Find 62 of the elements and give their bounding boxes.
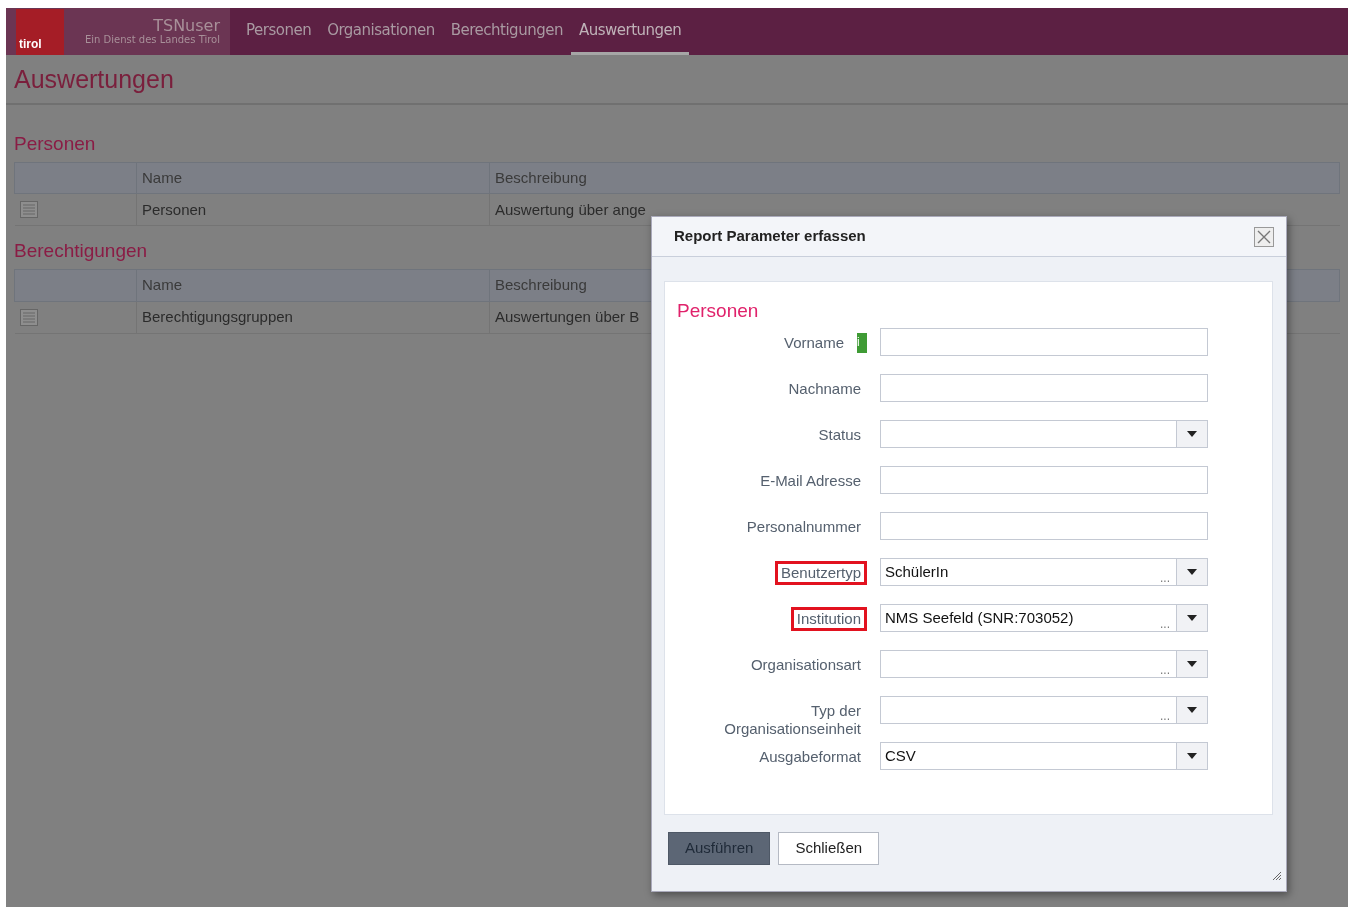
dropdown-field[interactable]: ... xyxy=(880,695,1208,724)
dialog-title: Report Parameter erfassen xyxy=(674,226,866,247)
field-label: Personalnummer xyxy=(745,516,862,537)
run-button[interactable]: Ausführen xyxy=(668,832,771,865)
close-dialog-button[interactable]: Schließen xyxy=(778,832,880,865)
field-label: Vorname xyxy=(782,332,845,353)
dropdown-button[interactable] xyxy=(1176,650,1207,677)
page-title: Auswertungen xyxy=(6,55,1348,105)
caret-icon xyxy=(1187,430,1197,437)
dropdown-button[interactable] xyxy=(1176,420,1207,447)
section-title: Personen xyxy=(14,133,97,156)
field-label: E-Mail Adresse xyxy=(759,470,862,491)
column-header: Beschreibung xyxy=(489,162,1340,194)
table-cell: Berechtigungsgruppen xyxy=(136,301,490,334)
dropdown-button[interactable] xyxy=(1176,742,1207,769)
more-button[interactable]: ... xyxy=(1160,660,1170,679)
dropdown-button[interactable] xyxy=(1176,604,1207,631)
caret-icon xyxy=(1187,568,1197,575)
text-field[interactable] xyxy=(880,373,1208,402)
nav-link[interactable]: Organisationen xyxy=(319,8,443,55)
dropdown-field[interactable]: SchülerIn ... xyxy=(880,557,1208,586)
dropdown-button[interactable] xyxy=(1176,696,1207,723)
dropdown-field[interactable]: CSV xyxy=(880,741,1208,770)
field-label: Organisationsart xyxy=(749,654,862,675)
field-label: Ausgabeformat xyxy=(758,746,862,767)
dropdown-field[interactable] xyxy=(880,419,1208,448)
dropdown-button[interactable] xyxy=(1176,558,1207,585)
dropdown-value: CSV xyxy=(885,746,916,764)
table-cell: Personen xyxy=(136,193,490,226)
dropdown-value: NMS Seefeld (SNR:703052) xyxy=(885,608,1074,626)
section-title: Berechtigungen xyxy=(14,240,149,264)
nav-link[interactable]: Auswertungen xyxy=(570,8,690,55)
close-button[interactable] xyxy=(1254,226,1274,247)
more-button[interactable]: ... xyxy=(1160,706,1170,725)
text-field[interactable] xyxy=(880,327,1208,356)
field-label: Typ der Organisationseinheit xyxy=(723,700,862,739)
resize-grip-icon[interactable] xyxy=(1273,871,1281,880)
app-name: TSNuser xyxy=(152,17,220,35)
caret-icon xyxy=(1187,660,1197,667)
text-field[interactable] xyxy=(880,465,1208,494)
column-header: Name xyxy=(136,269,490,302)
text-field[interactable] xyxy=(880,511,1208,540)
nav-link[interactable]: Berechtigungen xyxy=(442,8,571,55)
nav-link[interactable]: Personen xyxy=(238,8,320,55)
close-icon xyxy=(1257,229,1271,244)
dropdown-value: SchülerIn xyxy=(885,562,949,580)
field-label: Benutzertyp xyxy=(774,560,867,585)
form-section-title: Personen xyxy=(677,300,760,323)
app-subtitle: Ein Dienst des Landes Tirol xyxy=(83,34,220,46)
field-label: Nachname xyxy=(787,378,862,399)
more-button[interactable]: ... xyxy=(1160,568,1170,587)
caret-icon xyxy=(1187,614,1197,621)
field-label: Status xyxy=(817,424,862,445)
field-label: Institution xyxy=(790,606,867,631)
caret-icon xyxy=(1187,752,1197,759)
caret-icon xyxy=(1187,706,1197,713)
logo: tirol xyxy=(16,8,64,55)
more-button[interactable]: ... xyxy=(1160,614,1170,633)
column-header: Name xyxy=(136,162,490,194)
dropdown-field[interactable]: ... xyxy=(880,649,1208,678)
info-icon[interactable]: i xyxy=(857,332,867,353)
dropdown-field[interactable]: NMS Seefeld (SNR:703052) ... xyxy=(880,603,1208,632)
